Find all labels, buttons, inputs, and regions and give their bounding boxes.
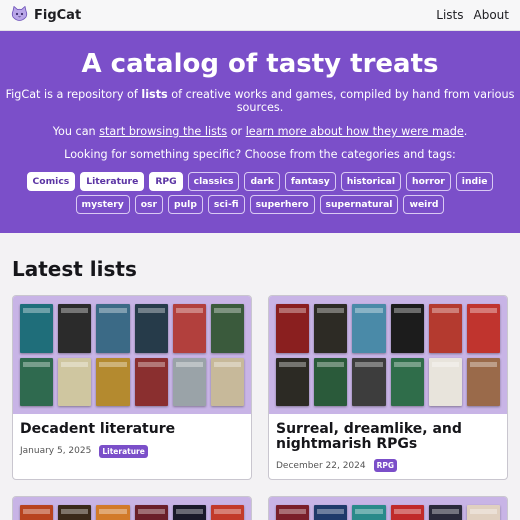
book-cover [20,357,54,406]
card-date: December 22, 2024 [276,460,366,471]
book-cover [352,505,386,520]
book-cover [276,357,310,406]
book-cover [210,505,244,520]
list-card-surreal-rpgs[interactable]: Surreal, dreamlike, and nightmarish RPGs… [268,295,508,481]
tag-historical[interactable]: historical [340,171,402,191]
book-cover [466,357,500,406]
book-cover [466,505,500,520]
hero-intro: FigCat is a repository of lists of creat… [0,88,520,115]
book-cover [314,357,348,406]
book-cover [58,304,92,353]
learn-more-link[interactable]: learn more about how they were made [246,125,464,138]
hero-links-line: You can start browsing the lists or lear… [0,125,520,138]
book-cover [390,357,424,406]
cover-grid [269,296,507,414]
category-badge[interactable]: RPG [373,459,398,473]
hero-intro-text: FigCat is a repository of [5,88,142,101]
brand-name: FigCat [34,7,82,23]
card-body: Decadent literature January 5, 2025 Lite… [13,414,251,465]
category-literature[interactable]: Literature [80,171,145,191]
card-title[interactable]: Surreal, dreamlike, and nightmarish RPGs [276,422,500,452]
card-body: Surreal, dreamlike, and nightmarish RPGs… [269,414,507,479]
tag-superhero[interactable]: superhero [249,194,315,214]
tag-classics[interactable]: classics [187,171,240,191]
book-cover [134,304,168,353]
book-cover [134,357,168,406]
book-cover [96,357,130,406]
hero-intro-text-end: of creative works and games, compiled by… [167,88,515,115]
tag-horror[interactable]: horror [406,171,451,191]
card-meta: January 5, 2025 Literature [20,444,244,458]
book-cover [276,505,310,520]
list-card-partial[interactable] [268,496,508,520]
book-cover [20,505,54,520]
book-cover [352,304,386,353]
cover-grid [13,296,251,414]
list-card-decadent-literature[interactable]: Decadent literature January 5, 2025 Lite… [12,295,252,481]
latest-lists-heading: Latest lists [12,257,137,281]
book-cover [172,304,206,353]
tag-mystery[interactable]: mystery [75,194,130,214]
book-cover [172,505,206,520]
latest-lists-section: Latest lists Decadent literature January… [0,233,520,520]
book-cover [96,505,130,520]
hero-links-text: You can [52,124,100,138]
card-meta: December 22, 2024 RPG [276,459,500,473]
nav-link-about[interactable]: About [474,8,509,22]
card-title[interactable]: Decadent literature [20,422,244,437]
tag-indie[interactable]: indie [455,171,494,191]
nav-link-lists[interactable]: Lists [436,8,463,22]
hero-links-period: . [463,124,468,138]
card-date: January 5, 2025 [20,446,92,457]
book-cover [210,357,244,406]
brand[interactable]: FigCat [11,5,82,25]
tag-pulp[interactable]: pulp [168,194,203,214]
cover-strip [13,497,251,520]
tag-list: Comics Literature RPG classics dark fant… [21,171,499,214]
book-cover [390,304,424,353]
top-navbar: FigCat Lists About [0,0,520,31]
list-cards: Decadent literature January 5, 2025 Lite… [12,295,508,481]
book-cover [352,357,386,406]
list-cards-more [12,496,508,520]
hero-title: A catalog of tasty treats [81,49,439,79]
book-cover [134,505,168,520]
cat-logo-icon [11,5,28,25]
category-badge[interactable]: Literature [99,444,148,458]
tag-weird[interactable]: weird [403,194,445,214]
book-cover [276,304,310,353]
browse-lists-link[interactable]: start browsing the lists [99,125,227,138]
tag-supernatural[interactable]: supernatural [319,194,399,214]
hero-banner: A catalog of tasty treats FigCat is a re… [0,31,520,233]
book-cover [96,304,130,353]
book-cover [466,304,500,353]
book-cover [172,357,206,406]
tag-fantasy[interactable]: fantasy [284,171,336,191]
book-cover [314,304,348,353]
book-cover [314,505,348,520]
book-cover [58,505,92,520]
tag-osr[interactable]: osr [134,194,164,214]
book-cover [390,505,424,520]
tag-sci-fi[interactable]: sci-fi [207,194,245,214]
hero-tags-prompt: Looking for something specific? Choose f… [64,148,456,162]
list-card-partial[interactable] [12,496,252,520]
category-comics[interactable]: Comics [26,171,76,191]
tag-dark[interactable]: dark [244,171,280,191]
book-cover [428,357,462,406]
book-cover [428,304,462,353]
book-cover [210,304,244,353]
category-rpg[interactable]: RPG [149,171,183,191]
book-cover [428,505,462,520]
book-cover [58,357,92,406]
main-nav: Lists About [436,8,509,22]
cover-strip [269,497,507,520]
hero-links-or: or [227,124,246,138]
book-cover [20,304,54,353]
hero-intro-bold: lists [141,88,168,101]
